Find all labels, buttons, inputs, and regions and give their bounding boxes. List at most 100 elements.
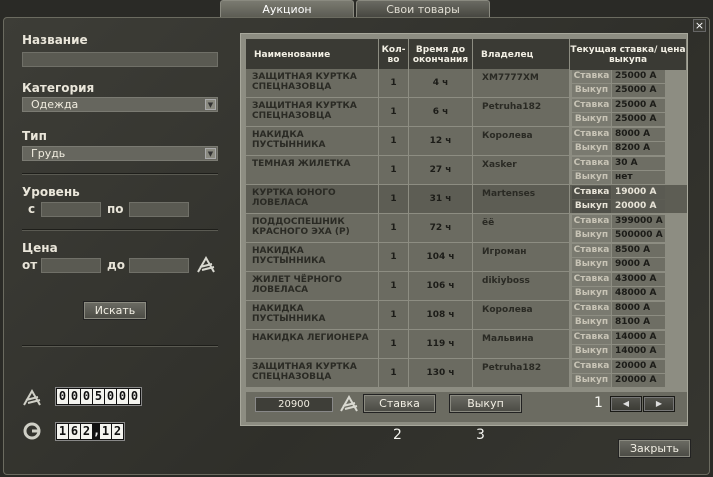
bid-value: 14000 A (612, 331, 665, 344)
header-bid[interactable]: Текущая ставка/ цена выкупа (570, 39, 687, 70)
buyout-value: 25000 A (612, 84, 665, 97)
tab-my-goods[interactable]: Свои товары (356, 0, 490, 18)
item-owner: Petruha182 (473, 98, 569, 126)
item-owner: ёё (473, 214, 569, 242)
table-row[interactable]: НАКИДКА ПУСТЫННИКА 1 104 ч Игроман Ставка 850… (246, 243, 687, 271)
counter-digit: 5 (93, 389, 104, 404)
buyout-label: Выкуп (572, 316, 611, 329)
bid-label: Ставка (572, 186, 611, 199)
bid-value: 20000 A (612, 360, 665, 373)
item-bid-cell: Ставка 20000 A Выкуп 20000 A (570, 359, 687, 387)
buyout-button[interactable]: Выкуп (449, 394, 522, 413)
bid-label: Ставка (572, 244, 611, 257)
item-qty: 1 (379, 185, 408, 213)
type-value: Грудь (31, 147, 66, 160)
chevron-down-icon[interactable]: ▼ (205, 148, 216, 159)
item-qty: 1 (379, 127, 408, 155)
tab-auction[interactable]: Аукцион (220, 0, 354, 18)
auction-table-panel: Наименование Кол-во Время до окончания В… (240, 33, 688, 426)
level-to-input[interactable] (129, 202, 189, 217)
buyout-label: Выкуп (572, 374, 611, 387)
item-bid-cell: Ставка 43000 A Выкуп 48000 A (570, 272, 687, 300)
bid-value: 399000 A (612, 215, 665, 228)
header-name[interactable]: Наименование (246, 39, 379, 70)
bid-label: Ставка (572, 273, 611, 286)
divider (22, 345, 218, 347)
counter-digit: 2 (81, 424, 92, 439)
counter-digit: 2 (112, 424, 123, 439)
item-owner: dikiyboss (473, 272, 569, 300)
table-row[interactable]: КУРТКА ЮНОГО ЛОВЕЛАСА 1 31 ч Martenses Ставк… (246, 185, 687, 213)
level-to-label: по (107, 202, 124, 216)
item-time: 31 ч (409, 185, 472, 213)
item-qty: 1 (379, 98, 408, 126)
counter-digit: 0 (69, 389, 80, 404)
item-bid-cell: Ставка 8500 A Выкуп 9000 A (570, 243, 687, 271)
bid-button[interactable]: Ставка (363, 394, 436, 413)
table-row[interactable]: ЗАЩИТНАЯ КУРТКА СПЕЦНАЗОВЦА 1 130 ч Petruha… (246, 359, 687, 387)
item-bid-cell: Ставка 25000 A Выкуп 25000 A (570, 98, 687, 126)
header-owner[interactable]: Владелец (473, 39, 570, 70)
level-from-input[interactable] (41, 202, 101, 217)
item-owner: Королева (473, 301, 569, 329)
item-qty: 1 (379, 69, 408, 97)
bid-price-input[interactable]: 20900 (255, 397, 333, 412)
table-row[interactable]: НАКИДКА ПУСТЫННИКА 1 12 ч Королева Ставка 800… (246, 127, 687, 155)
item-owner: Мальвина (473, 330, 569, 358)
header-qty[interactable]: Кол-во (379, 39, 409, 70)
counter-digit: 1 (100, 424, 111, 439)
category-select[interactable]: Одежда ▼ (22, 97, 218, 112)
item-name: НАКИДКА ПУСТЫННИКА (246, 301, 378, 329)
buyout-label: Выкуп (572, 142, 611, 155)
item-name: НАКИДКА ПУСТЫННИКА (246, 243, 378, 271)
price-to-input[interactable] (129, 258, 189, 273)
table-row[interactable]: ТЕМНАЯ ЖИЛЕТКА 1 27 ч Xasker Ставка 30 A Выкуп… (246, 156, 687, 184)
bid-value: 43000 A (612, 273, 665, 286)
close-icon[interactable]: × (693, 19, 706, 32)
bid-label: Ставка (572, 215, 611, 228)
close-button[interactable]: Закрыть (618, 439, 691, 458)
buyout-label: Выкуп (572, 258, 611, 271)
table-row[interactable]: ЖИЛЕТ ЧЁРНОГО ЛОВЕЛАСА 1 106 ч dikiyboss Ста… (246, 272, 687, 300)
buyout-label: Выкуп (572, 200, 611, 213)
category-value: Одежда (31, 98, 79, 111)
filter-panel: Название Категория Одежда ▼ Тип Грудь ▼ … (8, 25, 234, 471)
divider (22, 173, 218, 175)
header-time[interactable]: Время до окончания (409, 39, 473, 70)
bid-value: 8000 A (612, 128, 665, 141)
item-time: 108 ч (409, 301, 472, 329)
bid-label: Ставка (572, 360, 611, 373)
bid-label: Ставка (572, 331, 611, 344)
item-time: 12 ч (409, 127, 472, 155)
item-bid-cell: Ставка 19000 A Выкуп 20000 A (570, 185, 687, 213)
item-owner: XM7777XM (473, 69, 569, 97)
table-row[interactable]: ПОДДОСПЕШНИК КРАСНОГО ЭХА (Р) 1 72 ч ёё Став… (246, 214, 687, 242)
buyout-label: Выкуп (572, 287, 611, 300)
item-qty: 1 (379, 214, 408, 242)
item-time: 104 ч (409, 243, 472, 271)
annotation-3: 3 (476, 427, 485, 443)
bid-value: 25000 A (612, 70, 665, 83)
next-page-button[interactable]: ▶ (643, 396, 675, 412)
prev-page-button[interactable]: ◀ (610, 396, 642, 412)
table-row[interactable]: ЗАЩИТНАЯ КУРТКА СПЕЦНАЗОВЦА 1 4 ч XM7777XM С… (246, 69, 687, 97)
type-select[interactable]: Грудь ▼ (22, 146, 218, 161)
item-time: 130 ч (409, 359, 472, 387)
divider (22, 229, 218, 231)
price-label: Цена (22, 241, 58, 255)
item-time: 119 ч (409, 330, 472, 358)
buyout-label: Выкуп (572, 84, 611, 97)
table-row[interactable]: ЗАЩИТНАЯ КУРТКА СПЕЦНАЗОВЦА 1 6 ч Petruha18… (246, 98, 687, 126)
item-bid-cell: Ставка 399000 A Выкуп 500000 A (570, 214, 687, 242)
price-from-input[interactable] (41, 258, 101, 273)
name-input[interactable] (22, 52, 218, 67)
chevron-down-icon[interactable]: ▼ (205, 99, 216, 110)
item-time: 4 ч (409, 69, 472, 97)
search-button[interactable]: Искать (83, 301, 147, 320)
item-name: ЗАЩИТНАЯ КУРТКА СПЕЦНАЗОВЦА (246, 69, 378, 97)
buyout-value: 9000 A (612, 258, 665, 271)
table-row[interactable]: НАКИДКА ПУСТЫННИКА 1 108 ч Королева Ставка 80… (246, 301, 687, 329)
bid-value: 25000 A (612, 99, 665, 112)
table-row[interactable]: НАКИДКА ЛЕГИОНЕРА 1 119 ч Мальвина Ставка 140… (246, 330, 687, 358)
annotation-2: 2 (393, 427, 402, 443)
